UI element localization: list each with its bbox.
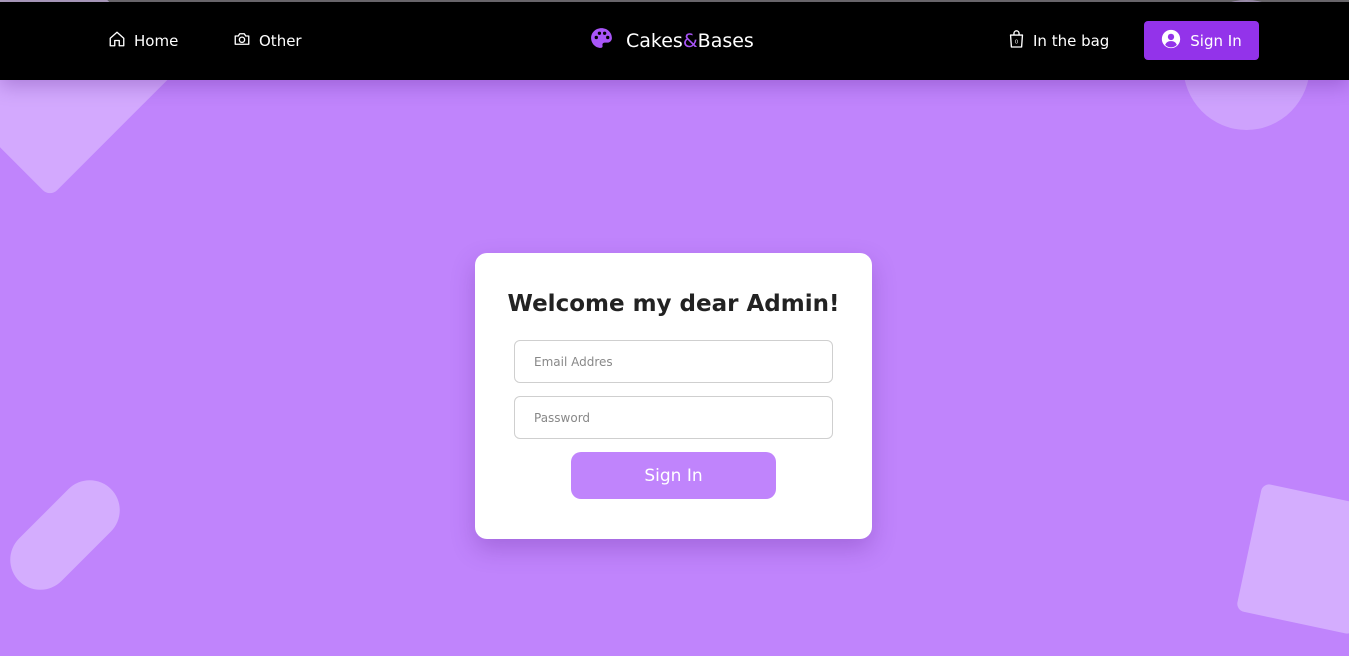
home-icon [108,30,126,52]
login-title: Welcome my dear Admin! [507,291,840,317]
header-sign-in-label: Sign In [1190,31,1242,50]
camera-icon [233,30,251,52]
svg-text:0: 0 [1015,40,1018,46]
palette-icon [589,26,614,56]
header-sign-in-button[interactable]: Sign In [1144,21,1259,60]
email-field[interactable] [514,340,833,383]
shopping-bag-icon: 0 [1008,29,1025,52]
brand-name-ampersand: & [682,30,698,52]
login-card: Welcome my dear Admin! Sign In [475,253,872,539]
decorative-pill-shape [0,467,133,603]
user-circle-icon [1161,29,1181,53]
decorative-square-shape [1235,482,1349,636]
top-navbar: Home Other Cakes&Bases 0 In the bag Sign… [0,2,1349,80]
brand-name-part1: Cakes [626,30,683,52]
sign-in-submit-button[interactable]: Sign In [571,452,776,499]
brand-name-part2: Bases [697,30,754,52]
password-field[interactable] [514,396,833,439]
nav-home-label: Home [134,32,179,50]
nav-other-link[interactable]: Other [233,30,302,52]
nav-home-link[interactable]: Home [108,30,178,52]
nav-bag-label: In the bag [1033,31,1110,50]
brand-logo-link[interactable]: Cakes&Bases [589,26,754,56]
nav-other-label: Other [259,32,302,50]
nav-bag-link[interactable]: 0 In the bag [1008,29,1109,52]
brand-name: Cakes&Bases [626,30,754,52]
